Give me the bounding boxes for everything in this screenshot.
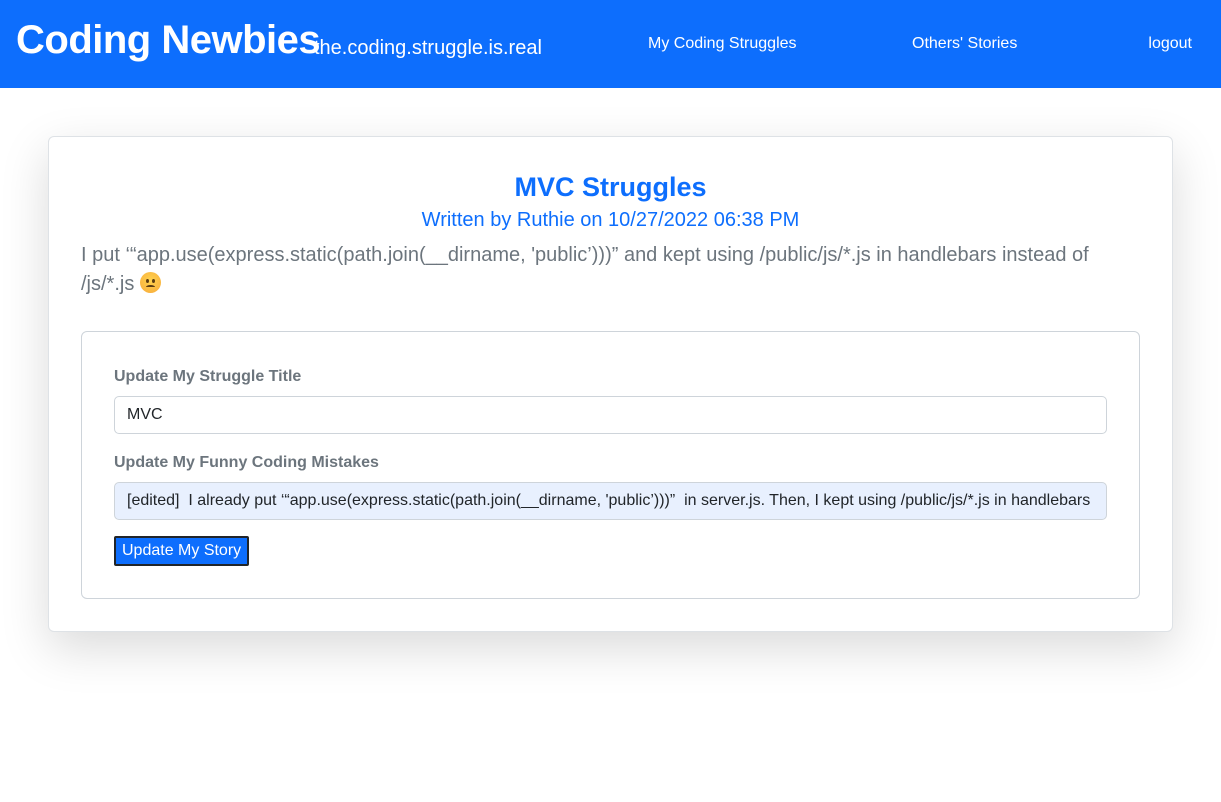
nav-my-coding-struggles[interactable]: My Coding Struggles [648,33,797,55]
site-brand[interactable]: Coding Newbies [16,16,321,64]
title-input[interactable] [114,396,1107,434]
title-field-label: Update My Struggle Title [114,368,302,385]
update-story-button[interactable]: Update My Story [114,536,250,566]
update-story-form: Update My Struggle Title Update My Funny… [81,331,1140,599]
nav-logout[interactable]: logout [1148,33,1192,55]
story-body: I put ‘“app.use(express.static(path.join… [81,241,1146,299]
story-body-text: I put ‘“app.use(express.static(path.join… [81,244,1089,295]
body-input[interactable] [114,482,1107,520]
story-title: MVC Struggles [514,172,707,202]
top-navbar: Coding Newbies the.coding.struggle.is.re… [0,0,1221,88]
story-byline: Written by Ruthie on 10/27/2022 06:38 PM [421,209,800,231]
site-tagline: the.coding.struggle.is.real [314,37,542,59]
angry-face-icon [139,272,161,293]
nav-others-stories[interactable]: Others' Stories [912,33,1017,55]
story-card: MVC Struggles Written by Ruthie on 10/27… [48,136,1173,632]
body-field-label: Update My Funny Coding Mistakes [114,454,379,471]
